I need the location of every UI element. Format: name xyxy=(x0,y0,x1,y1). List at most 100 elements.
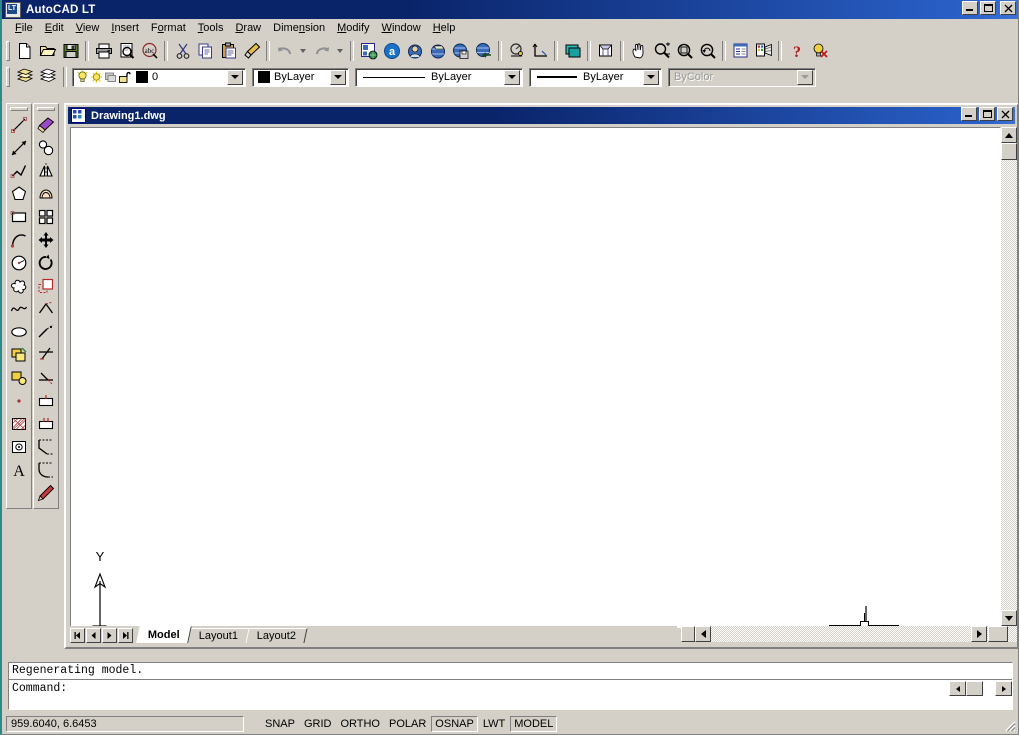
mirror-icon[interactable] xyxy=(35,159,57,182)
osnap-toggle[interactable]: OSNAP xyxy=(431,716,478,732)
offset-icon[interactable] xyxy=(35,182,57,205)
publish-to-web-icon[interactable] xyxy=(426,40,449,62)
match-properties-brush-icon[interactable] xyxy=(240,40,263,62)
multiline-text-icon[interactable]: A xyxy=(8,458,30,481)
polygon-icon[interactable] xyxy=(8,182,30,205)
linetype-combo-arrow[interactable] xyxy=(504,69,520,85)
tab-layout2[interactable]: Layout2 xyxy=(245,628,308,643)
coordinate-display[interactable]: 959.6040, 6.6453 xyxy=(6,716,244,732)
new-icon[interactable] xyxy=(13,40,36,62)
snap-toggle[interactable]: SNAP xyxy=(261,716,299,732)
redo-icon[interactable] xyxy=(310,40,333,62)
hscroll-thumb-left[interactable] xyxy=(681,626,695,642)
point-icon[interactable] xyxy=(8,389,30,412)
last-tab-button[interactable] xyxy=(118,628,133,643)
cut-scissors-icon[interactable] xyxy=(171,40,194,62)
drawing-window-title-bar[interactable]: Drawing1.dwg xyxy=(68,107,1015,124)
designcenter-icon[interactable] xyxy=(752,40,775,62)
command-window[interactable]: Regenerating model. Command: xyxy=(8,662,1013,710)
drawing-minimize-button[interactable] xyxy=(961,107,977,121)
tab-layout1[interactable]: Layout1 xyxy=(187,628,250,643)
erase-icon[interactable] xyxy=(35,113,57,136)
canvas-horizontal-scrollbar[interactable] xyxy=(681,626,1017,642)
hscroll-thumb-right[interactable] xyxy=(988,626,1008,642)
model-paper-toggle[interactable]: MODEL xyxy=(510,716,558,732)
drawing-close-button[interactable] xyxy=(997,107,1013,121)
make-block-icon[interactable] xyxy=(8,366,30,389)
spellcheck-icon[interactable]: abc xyxy=(138,40,161,62)
fillet-icon[interactable] xyxy=(35,458,57,481)
scroll-right-button[interactable] xyxy=(971,626,987,642)
command-scroll-left[interactable] xyxy=(949,681,966,696)
linetype-combo[interactable]: ByLayer xyxy=(355,67,523,87)
explode-icon[interactable] xyxy=(35,481,57,504)
today-window-icon[interactable] xyxy=(357,40,380,62)
help-question-icon[interactable]: ? xyxy=(785,40,808,62)
redraw-view-icon[interactable] xyxy=(561,40,584,62)
lineweight-combo-arrow[interactable] xyxy=(643,69,659,85)
scale-icon[interactable] xyxy=(35,274,57,297)
open-folder-icon[interactable] xyxy=(36,40,59,62)
model-space-canvas[interactable]: Y X xyxy=(70,127,1001,628)
gradient-icon[interactable] xyxy=(8,435,30,458)
minimize-button[interactable] xyxy=(962,1,978,15)
resize-grip[interactable] xyxy=(1002,718,1016,732)
scroll-down-button[interactable] xyxy=(1001,610,1017,626)
undo-icon[interactable] xyxy=(273,40,296,62)
save-disk-icon[interactable] xyxy=(59,40,82,62)
active-assistance-icon[interactable] xyxy=(808,40,831,62)
print-preview-icon[interactable] xyxy=(115,40,138,62)
menu-window[interactable]: Window xyxy=(376,21,427,35)
menu-modify[interactable]: Modify xyxy=(331,21,375,35)
circle-icon[interactable] xyxy=(8,251,30,274)
stretch-icon[interactable] xyxy=(35,297,57,320)
line-icon[interactable] xyxy=(8,113,30,136)
layer-properties-manager-icon[interactable] xyxy=(36,66,59,88)
chamfer-icon[interactable] xyxy=(35,435,57,458)
vscroll-track[interactable] xyxy=(1001,127,1017,626)
hatch-icon[interactable] xyxy=(8,412,30,435)
ellipse-icon[interactable] xyxy=(8,320,30,343)
ucs-icon[interactable] xyxy=(528,40,551,62)
spline-icon[interactable] xyxy=(8,297,30,320)
next-tab-button[interactable] xyxy=(102,628,117,643)
print-icon[interactable] xyxy=(92,40,115,62)
prev-tab-button[interactable] xyxy=(86,628,101,643)
color-combo-arrow[interactable] xyxy=(330,69,346,85)
toolbar-grip[interactable] xyxy=(6,41,10,61)
rotate-icon[interactable] xyxy=(35,251,57,274)
menu-file[interactable]: FFileile xyxy=(9,21,39,35)
rectangle-icon[interactable] xyxy=(8,205,30,228)
command-scroll-thumb[interactable] xyxy=(966,681,983,696)
menu-dimension[interactable]: Dimension xyxy=(267,21,331,35)
paste-clipboard-icon[interactable] xyxy=(217,40,240,62)
polyline-icon[interactable] xyxy=(8,159,30,182)
color-combo[interactable]: ByLayer xyxy=(252,67,349,87)
command-scroll-right[interactable] xyxy=(995,681,1012,696)
meet-now-icon[interactable] xyxy=(403,40,426,62)
pan-realtime-icon[interactable] xyxy=(627,40,650,62)
break-at-point-icon[interactable] xyxy=(35,389,57,412)
vscroll-thumb[interactable] xyxy=(1001,143,1017,160)
trim-icon[interactable] xyxy=(35,343,57,366)
first-tab-button[interactable] xyxy=(70,628,85,643)
grid-toggle[interactable]: GRID xyxy=(299,716,336,732)
modify-toolbar-grip[interactable] xyxy=(37,107,55,111)
menu-format[interactable]: Format xyxy=(145,21,192,35)
distance-inquiry-icon[interactable] xyxy=(505,40,528,62)
copy-object-icon[interactable] xyxy=(35,136,57,159)
application-title-bar[interactable]: LT AutoCAD LT xyxy=(2,0,1018,19)
construction-line-icon[interactable] xyxy=(8,136,30,159)
layer-combo[interactable]: 0 xyxy=(72,67,246,87)
zoom-realtime-icon[interactable] xyxy=(650,40,673,62)
redo-dropdown-icon[interactable] xyxy=(333,40,347,62)
maximize-button[interactable] xyxy=(980,1,996,15)
lineweight-combo[interactable]: ByLayer xyxy=(529,67,662,87)
properties-window-icon[interactable] xyxy=(729,40,752,62)
scroll-up-button[interactable] xyxy=(1001,127,1017,143)
command-input[interactable] xyxy=(67,681,949,696)
arc-icon[interactable] xyxy=(8,228,30,251)
named-views-icon[interactable] xyxy=(594,40,617,62)
ortho-toggle[interactable]: ORTHO xyxy=(336,716,384,732)
zoom-window-icon[interactable] xyxy=(673,40,696,62)
